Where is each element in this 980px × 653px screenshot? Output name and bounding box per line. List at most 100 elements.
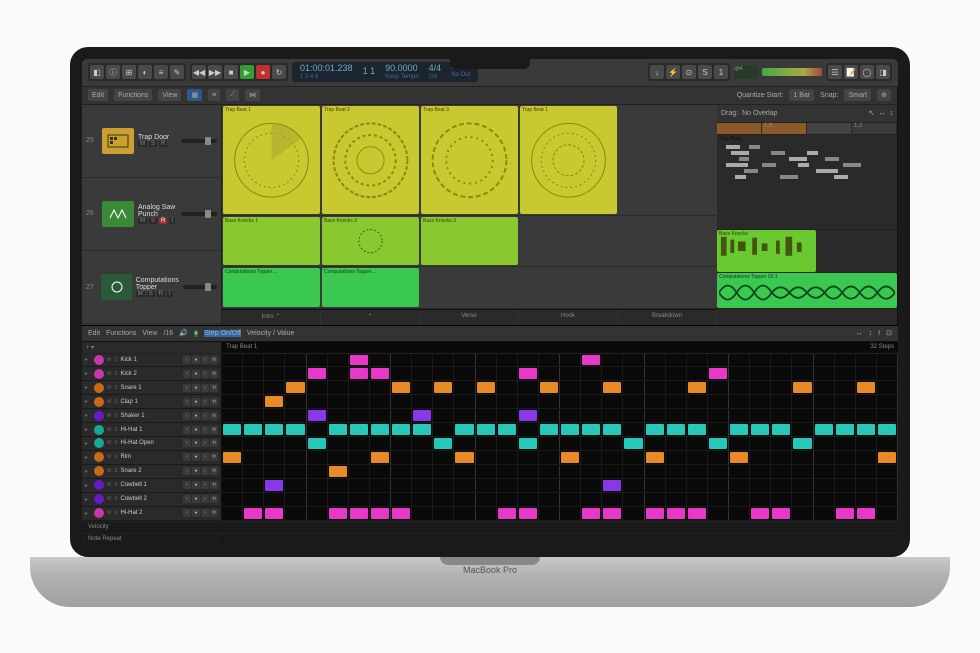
step[interactable] (476, 423, 497, 436)
seq-row-hi-hat-2[interactable]: ▸ MS Hi-Hat 2 ‹●›⟲ (82, 507, 221, 521)
step[interactable] (222, 381, 243, 394)
step[interactable] (370, 409, 391, 422)
step[interactable] (581, 465, 602, 478)
disclosure-icon[interactable]: ▸ (85, 370, 91, 377)
step[interactable] (285, 354, 306, 367)
step[interactable] (539, 395, 560, 408)
step[interactable] (792, 437, 813, 450)
empty-cell[interactable] (421, 268, 518, 306)
step[interactable] (433, 367, 454, 380)
step[interactable] (307, 451, 328, 464)
tracks-btn[interactable]: ≡ (208, 89, 220, 101)
quantize-select[interactable]: 1 Bar (789, 89, 814, 101)
step[interactable] (454, 479, 475, 492)
step[interactable] (412, 367, 433, 380)
velocity-bar[interactable] (560, 526, 581, 528)
velocity-bar[interactable] (539, 526, 560, 528)
step[interactable] (518, 479, 539, 492)
step[interactable] (623, 367, 644, 380)
step[interactable] (476, 381, 497, 394)
step[interactable] (412, 479, 433, 492)
step[interactable] (835, 423, 856, 436)
step[interactable] (497, 367, 518, 380)
step[interactable] (750, 507, 771, 520)
step[interactable] (454, 465, 475, 478)
step[interactable] (539, 493, 560, 506)
step[interactable] (497, 409, 518, 422)
step[interactable] (623, 354, 644, 367)
step[interactable] (750, 395, 771, 408)
toolbar-btn[interactable]: ⊞ (122, 65, 136, 79)
step[interactable] (391, 465, 412, 478)
step[interactable] (602, 479, 623, 492)
step[interactable] (349, 423, 370, 436)
repeat-cell[interactable] (349, 538, 370, 540)
step[interactable] (792, 493, 813, 506)
step[interactable] (539, 354, 560, 367)
seq-functions-menu[interactable]: Functions (106, 330, 136, 337)
step[interactable] (412, 409, 433, 422)
step[interactable] (433, 409, 454, 422)
step[interactable] (454, 354, 475, 367)
step[interactable] (602, 423, 623, 436)
step[interactable] (877, 437, 898, 450)
step[interactable] (349, 367, 370, 380)
seq-row-clap-1[interactable]: ▸ MS Clap 1 ‹●›⟲ (82, 395, 221, 409)
step[interactable] (835, 395, 856, 408)
step[interactable] (856, 409, 877, 422)
step[interactable] (856, 493, 877, 506)
step[interactable] (687, 479, 708, 492)
step[interactable] (264, 395, 285, 408)
cell-trap-beat-1b[interactable]: Trap Beat 1 (520, 106, 617, 215)
step[interactable] (222, 354, 243, 367)
repeat-cell[interactable] (454, 538, 475, 540)
seq-mono[interactable]: ● (194, 330, 198, 337)
step[interactable] (687, 395, 708, 408)
step[interactable] (285, 479, 306, 492)
step[interactable] (412, 465, 433, 478)
velocity-bar[interactable] (666, 526, 687, 528)
step[interactable] (856, 423, 877, 436)
step[interactable] (328, 423, 349, 436)
step[interactable] (497, 479, 518, 492)
step[interactable] (454, 451, 475, 464)
velocity-bar[interactable] (877, 526, 898, 528)
seq-row-snare-2[interactable]: ▸ MS Snare 2 ‹●›⟲ (82, 465, 221, 479)
tool-ptr[interactable]: ↖ (869, 109, 875, 117)
step[interactable] (623, 451, 644, 464)
step[interactable] (877, 409, 898, 422)
steps-count[interactable]: 32 Steps (870, 344, 894, 350)
step[interactable] (687, 451, 708, 464)
disclosure-icon[interactable]: ▸ (85, 468, 91, 475)
seq-mode-step[interactable]: Step On/Off (204, 330, 241, 337)
repeat-cell[interactable] (539, 538, 560, 540)
velocity-bar[interactable] (645, 526, 666, 528)
seq-row-cowbell-2[interactable]: ▸ MS Cowbell 2 ‹●›⟲ (82, 493, 221, 507)
drag-mode[interactable]: No Overlap (742, 110, 777, 117)
step[interactable] (454, 437, 475, 450)
step[interactable] (645, 479, 666, 492)
step[interactable] (645, 451, 666, 464)
step[interactable] (476, 367, 497, 380)
step[interactable] (476, 409, 497, 422)
step[interactable] (264, 354, 285, 367)
velocity-bar[interactable] (835, 526, 856, 528)
cell-comp-1[interactable]: Computations Topper… (223, 268, 320, 306)
library-btn[interactable]: ◧ (90, 65, 104, 79)
step[interactable] (285, 465, 306, 478)
step[interactable] (264, 479, 285, 492)
step[interactable] (666, 437, 687, 450)
step[interactable] (497, 423, 518, 436)
step[interactable] (666, 479, 687, 492)
step[interactable] (243, 354, 264, 367)
step[interactable] (602, 493, 623, 506)
step[interactable] (877, 423, 898, 436)
track-volume[interactable] (183, 285, 217, 289)
step[interactable] (645, 507, 666, 520)
step[interactable] (687, 409, 708, 422)
step[interactable] (856, 507, 877, 520)
velocity-bar[interactable] (750, 526, 771, 528)
step[interactable] (623, 423, 644, 436)
step[interactable] (750, 367, 771, 380)
zoom-btn[interactable]: ⊕ (877, 89, 891, 101)
